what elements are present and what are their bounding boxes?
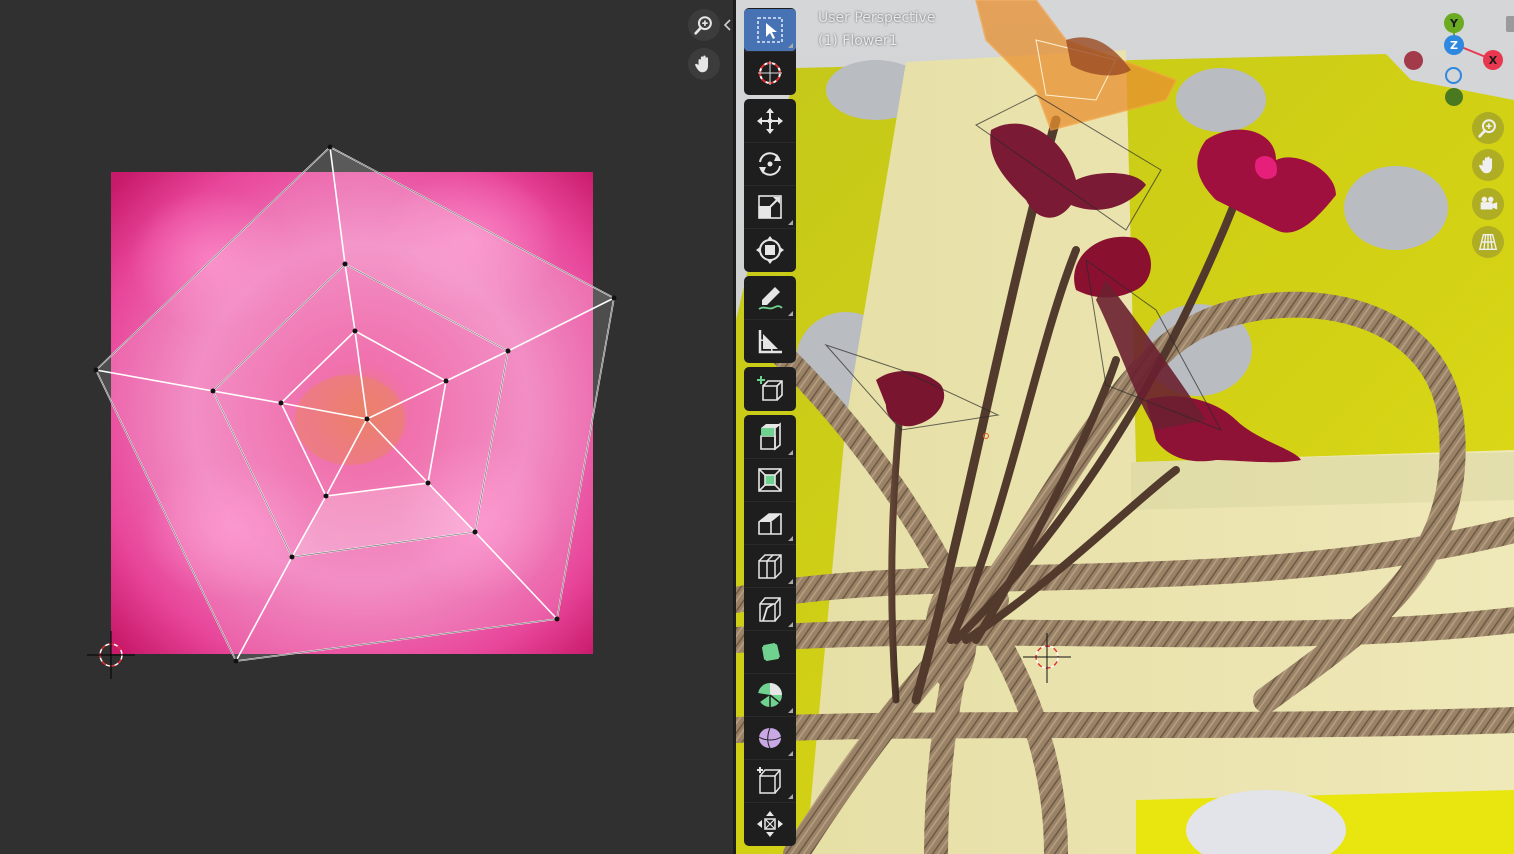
tool-extrude[interactable] [744,416,796,458]
scale-icon [758,195,782,219]
tool-loop-cut[interactable] [744,544,796,587]
uv-editor[interactable] [0,0,733,854]
edge-slide-icon [757,767,781,794]
uv-zoom-button[interactable] [688,9,720,41]
view-perspective-label: User Perspective [818,10,936,26]
uv-canvas[interactable] [0,0,733,854]
active-object-label: (1) Flower1 [818,33,898,49]
annotate-icon [758,287,783,310]
tool-smooth[interactable] [744,716,796,759]
loop-cut-icon [758,554,782,579]
gizmo-neg-x-axis[interactable] [1404,51,1423,70]
tool-poly-build[interactable] [744,630,796,673]
tool-add-cube[interactable] [744,368,796,410]
gizmo-x-axis[interactable]: X [1483,50,1503,70]
zoom-icon [694,16,712,35]
tool-select-box[interactable] [744,9,796,51]
tool-edge-slide[interactable] [744,759,796,802]
tool-inset[interactable] [744,458,796,501]
measure-icon [758,330,782,354]
tool-cursor[interactable] [744,51,796,94]
camera-icon [1480,196,1498,210]
tool-scale[interactable] [744,185,796,228]
inset-icon [758,468,782,492]
smooth-icon [758,727,782,749]
rotate-icon [759,152,781,176]
gizmo-neg-y-axis[interactable] [1445,88,1463,106]
viewport-zoom-button[interactable] [1472,112,1504,144]
viewport-sidebar-tab[interactable] [1506,16,1514,32]
tool-knife[interactable] [744,587,796,630]
tool-rotate[interactable] [744,142,796,185]
hand-pan-icon [1479,156,1493,174]
3d-viewport[interactable]: User Perspective (1) Flower1 Y Z X [736,0,1514,854]
hand-pan-icon [695,55,709,73]
grid-perspective-icon [1478,233,1498,251]
tool-spin[interactable] [744,673,796,716]
tool-measure[interactable] [744,319,796,362]
transform-icon [756,236,784,264]
gizmo-y-axis[interactable]: Y [1444,13,1464,33]
knife-icon [759,597,781,622]
spin-icon [757,683,782,707]
add-cube-icon [757,376,783,401]
poly-build-icon [758,639,784,665]
tool-move[interactable] [744,100,796,142]
viewport-camera-button[interactable] [1472,188,1504,220]
tool-bevel[interactable] [744,501,796,544]
viewport-pan-button[interactable] [1472,149,1504,181]
tool-shrink-fatten[interactable] [744,802,796,845]
extrude-icon [760,422,781,451]
tool-annotate[interactable] [744,277,796,319]
viewport-perspective-toggle[interactable] [1472,226,1504,258]
tool-transform[interactable] [744,228,796,271]
bevel-icon [758,513,782,535]
chevron-left-icon [723,19,731,31]
select-box-icon [757,17,783,43]
viewport-scene[interactable] [736,0,1514,854]
tool-shelf [744,8,796,850]
zoom-icon [1478,119,1496,138]
cursor-icon [758,61,782,85]
shrink-fatten-icon [757,811,783,837]
uv-pan-button[interactable] [688,48,720,80]
gizmo-neg-z-axis[interactable] [1445,67,1462,84]
gizmo-z-axis[interactable]: Z [1444,35,1464,55]
move-icon [757,108,783,134]
sidebar-collapse-arrow[interactable] [722,16,732,34]
